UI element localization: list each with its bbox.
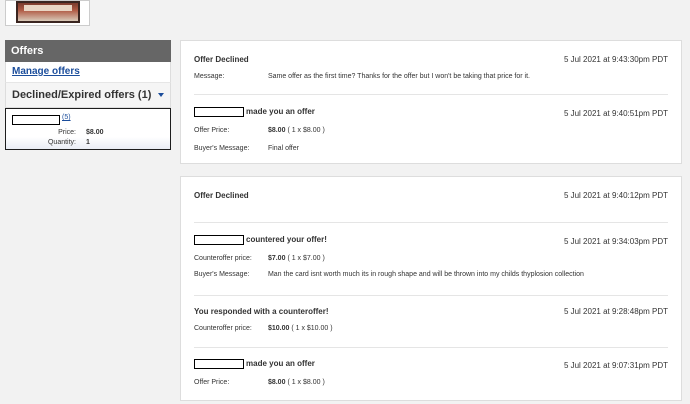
offer-thread-panel-1: Offer Declined 5 Jul 2021 at 9:43:30pm P… [180, 40, 682, 164]
offers-sidebar: Offers Manage offers Declined/Expired of… [5, 40, 171, 150]
offer-list-item[interactable]: (5) Price: $8.00 Quantity: 1 [5, 108, 171, 150]
buyer-message-label: Buyer's Message: [194, 145, 250, 152]
divider [194, 347, 668, 348]
offer-price-label: Offer Price: [194, 127, 230, 134]
section-title: Declined/Expired offers (1) [12, 89, 152, 101]
redacted-username [12, 115, 60, 125]
counteroffer-price-row: Counteroffer price: $10.00 ( 1 x $10.00 … [194, 325, 333, 332]
message-label: Message: [194, 73, 225, 80]
offer-made-entry: made you an offer 5 Jul 2021 at 9:07:31p… [194, 359, 668, 386]
caret-down-icon[interactable] [158, 93, 164, 97]
divider [194, 295, 668, 296]
entry-title: made you an offer [246, 359, 315, 368]
entry-date: 5 Jul 2021 at 9:40:51pm PDT [563, 109, 668, 118]
counteroffer-price-label: Counteroffer price: [194, 255, 252, 262]
declined-expired-section[interactable]: Declined/Expired offers (1) [5, 82, 171, 108]
redacted-username [194, 235, 244, 246]
offer-declined-entry: Offer Declined 5 Jul 2021 at 9:40:12pm P… [194, 191, 668, 200]
offer-price-value: $8.00 [267, 127, 286, 134]
offer-declined-entry: Offer Declined 5 Jul 2021 at 9:43:30pm P… [194, 55, 668, 80]
buyer-message-row: Buyer's Message: Man the card isnt worth… [194, 271, 674, 278]
entry-date: 5 Jul 2021 at 9:40:12pm PDT [563, 191, 668, 200]
entry-title: You responded with a counteroffer! [194, 307, 329, 316]
redacted-username [194, 107, 244, 118]
buyer-message-label: Buyer's Message: [194, 271, 250, 278]
counteroffer-price-detail: ( 1 x $7.00 ) [287, 255, 325, 262]
buyer-message-value: Final offer [267, 145, 299, 152]
counteroffer-price-row: Counteroffer price: $7.00 ( 1 x $7.00 ) [194, 255, 325, 262]
counter-offer-entry: countered your offer! 5 Jul 2021 at 9:34… [194, 235, 668, 278]
counteroffer-price-value: $10.00 [267, 325, 290, 332]
offer-price-label: Offer Price: [194, 379, 230, 386]
buyer-message-row: Buyer's Message: Final offer [194, 145, 299, 152]
counteroffer-price-detail: ( 1 x $10.00 ) [291, 325, 333, 332]
counteroffer-price-value: $7.00 [267, 255, 286, 262]
divider [194, 222, 668, 223]
entry-date: 5 Jul 2021 at 9:43:30pm PDT [563, 55, 668, 64]
sidebar-header: Offers [5, 40, 171, 62]
buyer-message-value: Man the card isnt worth much its in roug… [267, 271, 584, 278]
offer-price-detail: ( 1 x $8.00 ) [287, 127, 325, 134]
price-label: Price: [58, 129, 76, 136]
offer-price-row: Offer Price: $8.00 ( 1 x $8.00 ) [194, 127, 325, 134]
responded-counteroffer-entry: You responded with a counteroffer! 5 Jul… [194, 307, 668, 332]
quantity-label: Quantity: [47, 139, 76, 146]
manage-offers-link[interactable]: Manage offers [12, 66, 80, 77]
offer-price-row: Offer Price: $8.00 ( 1 x $8.00 ) [194, 379, 325, 386]
quantity-value: 1 [86, 139, 90, 146]
message-value: Same offer as the first time? Thanks for… [267, 73, 530, 80]
feedback-count-link[interactable]: (5) [62, 114, 71, 121]
offer-made-entry: made you an offer 5 Jul 2021 at 9:40:51p… [194, 107, 668, 152]
counteroffer-price-label: Counteroffer price: [194, 325, 252, 332]
entry-title: countered your offer! [246, 235, 327, 244]
entry-date: 5 Jul 2021 at 9:28:48pm PDT [563, 307, 668, 316]
entry-date: 5 Jul 2021 at 9:34:03pm PDT [563, 237, 668, 246]
offer-price-detail: ( 1 x $8.00 ) [287, 379, 325, 386]
item-thumbnail[interactable] [5, 0, 90, 26]
entry-title: Offer Declined [194, 55, 249, 64]
message-row: Message: Same offer as the first time? T… [194, 73, 674, 80]
entry-date: 5 Jul 2021 at 9:07:31pm PDT [563, 361, 668, 370]
offer-thread-panel-2: Offer Declined 5 Jul 2021 at 9:40:12pm P… [180, 176, 682, 401]
offer-price-value: $8.00 [267, 379, 286, 386]
card-image [16, 1, 80, 23]
manage-offers-row: Manage offers [5, 62, 171, 82]
divider [194, 94, 668, 95]
entry-title: Offer Declined [194, 191, 249, 200]
redacted-username [194, 359, 244, 370]
price-value: $8.00 [86, 129, 104, 136]
entry-title: made you an offer [246, 107, 315, 116]
